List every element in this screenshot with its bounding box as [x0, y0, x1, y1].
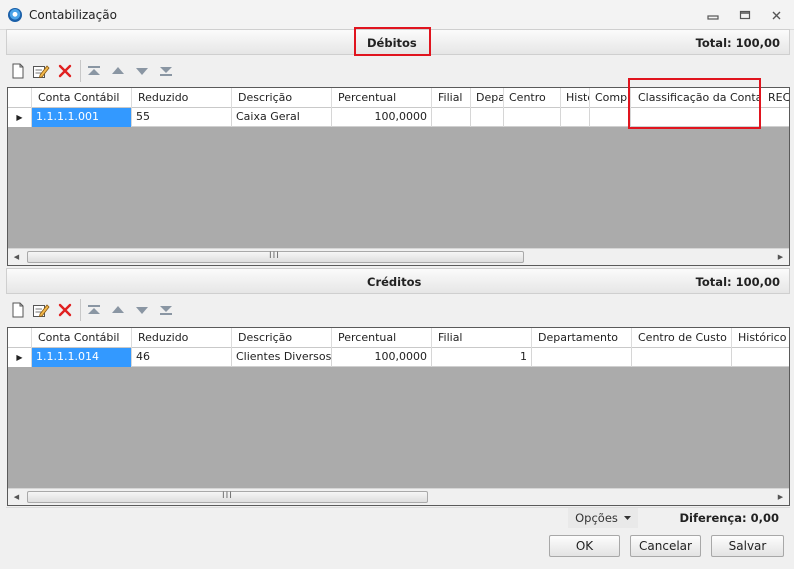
column-header[interactable]: Filial	[432, 328, 532, 348]
maximize-icon[interactable]	[735, 6, 755, 24]
cell-descricao[interactable]: Clientes Diversos	[232, 348, 332, 367]
column-header[interactable]: Conta Contábil	[32, 328, 132, 348]
debitos-title-highlight	[354, 27, 431, 56]
cell-conta-contabil[interactable]: 1.1.1.1.001	[32, 108, 132, 127]
edit-record-icon[interactable]	[32, 301, 50, 319]
close-icon[interactable]	[766, 6, 786, 24]
cell-historico[interactable]	[561, 108, 590, 127]
classificacao-column-highlight	[628, 78, 761, 129]
cell-filial[interactable]: 1	[432, 348, 532, 367]
cell-rec[interactable]	[761, 108, 789, 127]
debitos-total: Total: 100,00	[695, 36, 780, 50]
chevron-down-icon	[623, 516, 631, 520]
column-header[interactable]: Comple	[590, 88, 631, 108]
cell-percentual[interactable]: 100,0000	[332, 108, 432, 127]
column-header[interactable]: Reduzido	[132, 328, 232, 348]
cancel-button[interactable]: Cancelar	[630, 535, 701, 557]
row-indicator-icon: ▶	[8, 108, 32, 127]
cell-reduzido[interactable]: 46	[132, 348, 232, 367]
column-header[interactable]: Histo	[561, 88, 590, 108]
scroll-left-icon[interactable]: ◀	[8, 249, 25, 265]
cell-departamento[interactable]	[471, 108, 504, 127]
new-record-icon[interactable]	[9, 62, 27, 80]
creditos-grid: Conta Contábil Reduzido Descrição Percen…	[7, 327, 790, 506]
column-header[interactable]: Histórico P	[732, 328, 789, 348]
creditos-horizontal-scrollbar[interactable]: ◀ III ▶	[8, 488, 789, 505]
column-header[interactable]: Reduzido	[132, 88, 232, 108]
edit-record-icon[interactable]	[32, 62, 50, 80]
move-up-icon[interactable]	[109, 62, 127, 80]
column-header[interactable]: Filial	[432, 88, 471, 108]
app-icon	[8, 8, 22, 22]
scroll-left-icon[interactable]: ◀	[8, 489, 25, 505]
column-header[interactable]: Percentual	[332, 328, 432, 348]
cell-centro[interactable]	[504, 108, 561, 127]
delete-record-icon[interactable]	[56, 62, 74, 80]
ok-button[interactable]: OK	[549, 535, 620, 557]
diferenca-total: Diferença: 0,00	[679, 511, 779, 525]
cell-descricao[interactable]: Caixa Geral	[232, 108, 332, 127]
move-last-icon[interactable]	[157, 62, 175, 80]
column-header[interactable]: Departamento	[532, 328, 632, 348]
scroll-right-icon[interactable]: ▶	[772, 489, 789, 505]
footer-bar	[6, 507, 790, 529]
creditos-title: Créditos	[367, 275, 422, 289]
cell-percentual[interactable]: 100,0000	[332, 348, 432, 367]
creditos-toolbar	[6, 295, 790, 325]
cell-historico[interactable]	[732, 348, 789, 367]
cell-centro-custo[interactable]	[632, 348, 732, 367]
table-row[interactable]: ▶ 1.1.1.1.014 46 Clientes Diversos 100,0…	[8, 348, 789, 367]
column-header[interactable]: Descrição	[232, 88, 332, 108]
creditos-grid-header: Conta Contábil Reduzido Descrição Percen…	[8, 328, 789, 348]
column-header[interactable]: Conta Contábil	[32, 88, 132, 108]
cell-filial[interactable]	[432, 108, 471, 127]
move-down-icon[interactable]	[133, 62, 151, 80]
creditos-header: Créditos Total: 100,00	[6, 268, 790, 294]
column-header[interactable]: Descrição	[232, 328, 332, 348]
move-first-icon[interactable]	[85, 301, 103, 319]
debitos-horizontal-scrollbar[interactable]: ◀ III ▶	[8, 248, 789, 265]
creditos-total: Total: 100,00	[695, 275, 780, 289]
scroll-thumb[interactable]: III	[27, 251, 524, 263]
move-down-icon[interactable]	[133, 301, 151, 319]
column-header[interactable]: REC	[761, 88, 789, 108]
scroll-right-icon[interactable]: ▶	[772, 249, 789, 265]
column-header[interactable]: Centro de Custo	[632, 328, 732, 348]
move-last-icon[interactable]	[157, 301, 175, 319]
window-title: Contabilização	[29, 8, 117, 22]
new-record-icon[interactable]	[9, 301, 27, 319]
column-header[interactable]: Percentual	[332, 88, 432, 108]
column-header[interactable]: Depa	[471, 88, 504, 108]
cell-complemento[interactable]	[590, 108, 631, 127]
scroll-thumb[interactable]: III	[27, 491, 428, 503]
row-indicator-icon: ▶	[8, 348, 32, 367]
delete-record-icon[interactable]	[56, 301, 74, 319]
minimize-icon[interactable]	[703, 6, 723, 24]
cell-departamento[interactable]	[532, 348, 632, 367]
options-label: Opções	[575, 511, 618, 525]
cell-reduzido[interactable]: 55	[132, 108, 232, 127]
move-first-icon[interactable]	[85, 62, 103, 80]
column-header[interactable]: Centro	[504, 88, 561, 108]
cell-conta-contabil[interactable]: 1.1.1.1.014	[32, 348, 132, 367]
save-button[interactable]: Salvar	[711, 535, 784, 557]
move-up-icon[interactable]	[109, 301, 127, 319]
options-dropdown[interactable]: Opções	[568, 508, 638, 528]
title-bar	[0, 0, 794, 30]
